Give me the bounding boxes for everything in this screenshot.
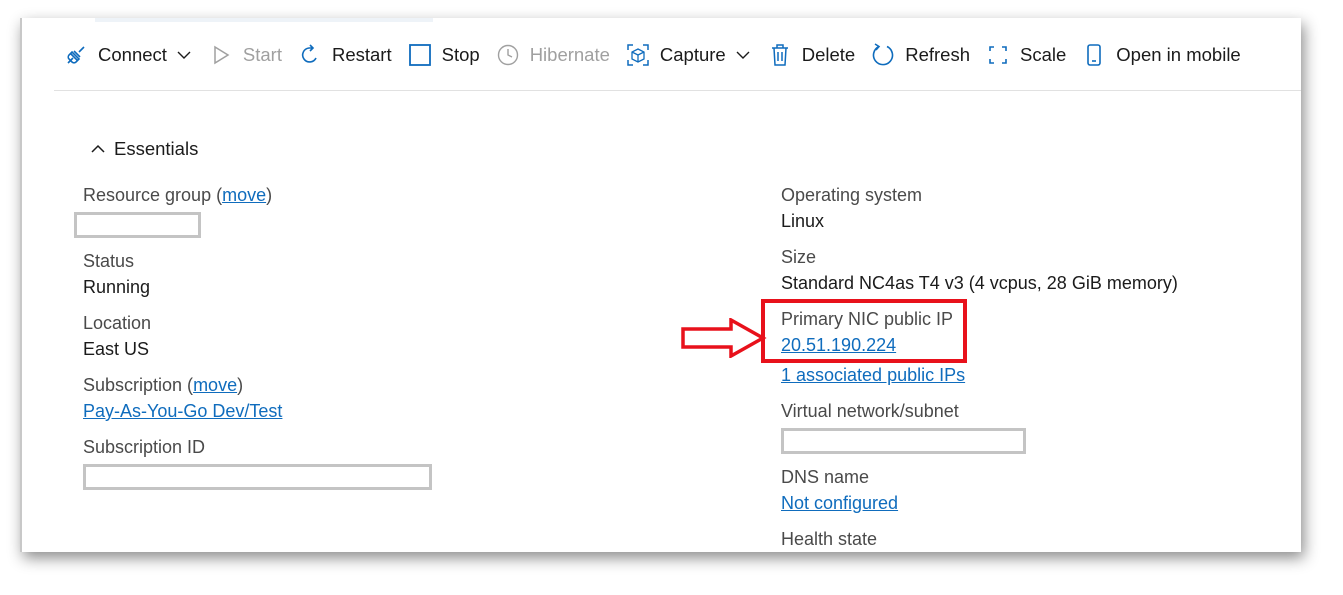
status-value: Running [83,277,151,297]
stop-button[interactable]: Stop [408,43,480,67]
subscription-field: Subscription (move) Pay-As-You-Go Dev/Te… [83,372,432,424]
top-strip [95,18,433,22]
hibernate-label: Hibernate [529,44,610,65]
resource-group-move-link[interactable]: move [222,185,266,205]
start-button[interactable]: Start [209,43,282,67]
essentials-left-column: Resource group (move) Status Running Loc… [74,182,432,500]
annotation-highlight-box [761,299,967,363]
status-field: Status Running [83,248,432,300]
scale-icon [986,43,1010,67]
size-value: Standard NC4as T4 v3 (4 vcpus, 28 GiB me… [781,273,1178,293]
os-field: Operating system Linux [781,182,1178,234]
vm-overview-panel: Connect Start Restart Stop Hibernate Cap… [20,18,1301,552]
chevron-down-icon [175,46,193,64]
vnet-label: Virtual network/subnet [781,401,959,421]
command-bar: Connect Start Restart Stop Hibernate Cap… [64,39,1257,71]
associated-ips-link[interactable]: 1 associated public IPs [781,362,1178,388]
divider [54,90,1301,91]
refresh-label: Refresh [905,44,970,65]
resource-group-field: Resource group (move) [74,182,432,238]
size-field: Size Standard NC4as T4 v3 (4 vcpus, 28 G… [781,244,1178,296]
scale-button[interactable]: Scale [986,43,1066,67]
restart-icon [298,43,322,67]
size-label: Size [781,247,817,267]
clock-icon [496,43,520,67]
location-field: Location East US [83,310,432,362]
connect-button[interactable]: Connect [64,43,193,67]
vnet-field: Virtual network/subnet [781,398,1178,454]
dns-link[interactable]: Not configured [781,490,1178,516]
restart-button[interactable]: Restart [298,43,392,67]
redacted-value [83,464,432,490]
capture-icon [626,43,650,67]
stop-icon [408,43,432,67]
stop-label: Stop [441,44,480,65]
hibernate-button[interactable]: Hibernate [496,43,610,67]
subscription-label: Subscription (move) [83,375,244,395]
dns-field: DNS name Not configured [781,464,1178,516]
os-value: Linux [781,211,825,231]
capture-button[interactable]: Capture [626,43,752,67]
open-in-mobile-label: Open in mobile [1116,44,1241,65]
redacted-value [74,212,201,238]
start-label: Start [242,44,282,65]
chevron-down-icon [734,46,752,64]
essentials-toggle[interactable]: Essentials [90,138,198,160]
essentials-heading: Essentials [114,138,199,159]
connect-label: Connect [98,44,167,65]
location-label: Location [83,313,152,333]
subscription-move-link[interactable]: move [193,375,237,395]
plug-icon [64,43,88,67]
capture-label: Capture [659,44,726,65]
trash-icon [768,43,792,67]
open-in-mobile-button[interactable]: Open in mobile [1082,43,1241,67]
mobile-icon [1082,43,1106,67]
restart-label: Restart [331,44,392,65]
redacted-value [781,428,1026,454]
subscription-id-field: Subscription ID [83,434,432,490]
associated-ips-field: 1 associated public IPs [781,362,1178,388]
health-field: Health state [781,526,1178,552]
location-value: East US [83,339,150,359]
subscription-id-label: Subscription ID [83,437,206,457]
delete-label: Delete [801,44,856,65]
refresh-button[interactable]: Refresh [871,43,970,67]
chevron-up-icon [91,144,105,153]
dns-label: DNS name [781,467,870,487]
refresh-icon [871,43,895,67]
scale-label: Scale [1020,44,1067,65]
health-label: Health state [781,529,878,549]
essentials-right-column: Operating system Linux Size Standard NC4… [781,182,1178,552]
status-label: Status [83,251,135,271]
resource-group-label: Resource group (move) [83,185,273,205]
play-icon [209,43,233,67]
panel-edge [20,18,22,552]
os-label: Operating system [781,185,923,205]
subscription-link[interactable]: Pay-As-You-Go Dev/Test [83,398,432,424]
annotation-arrow-icon [681,318,767,358]
delete-button[interactable]: Delete [768,43,855,67]
